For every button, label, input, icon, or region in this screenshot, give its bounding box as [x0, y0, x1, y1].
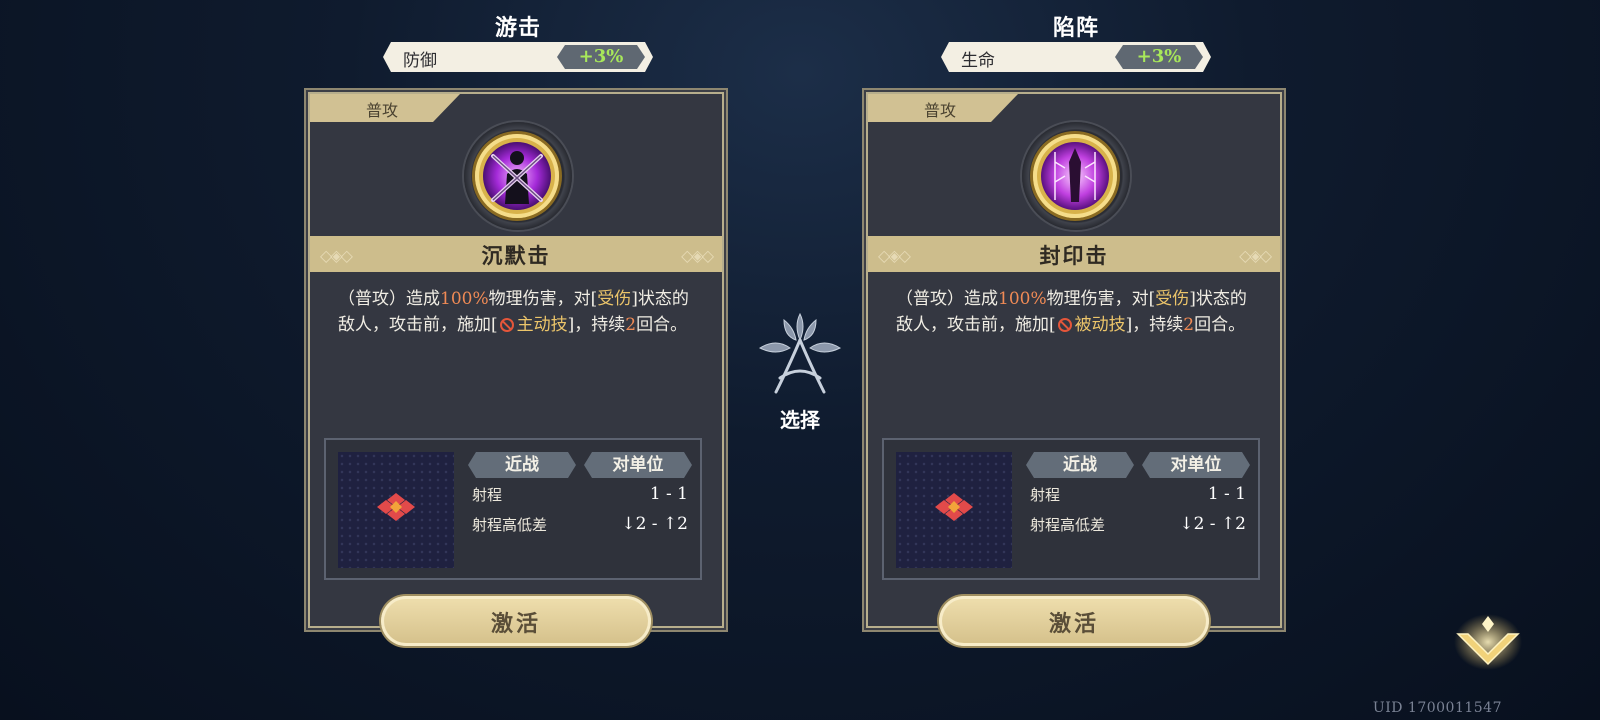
- skill-icon-frame: [1015, 122, 1137, 232]
- class-title: 游击: [494, 15, 541, 41]
- stat-banner: 防御 +3%: [383, 42, 653, 72]
- range-label: 射程: [1030, 486, 1061, 504]
- activate-button[interactable]: 激活: [939, 596, 1209, 646]
- skill-name: 沉默击: [481, 243, 551, 268]
- range-label: 射程: [472, 486, 503, 504]
- skill-name-band: ◇◈◇ 封印击 ◇◈◇: [868, 236, 1280, 272]
- stat-label: 防御: [403, 51, 437, 71]
- range-value: 1 - 1: [1207, 484, 1246, 504]
- target-type-tag: 对单位: [1170, 455, 1222, 475]
- target-type-tag: 对单位: [612, 455, 664, 475]
- range-pattern-icon: [377, 493, 415, 521]
- range-info-box: 近战 对单位 射程 1 - 1 射程高低差 ↓2 - ↑2: [324, 438, 702, 580]
- chevron-down-icon[interactable]: [1452, 612, 1524, 672]
- attack-range-grid: [896, 452, 1012, 568]
- stat-label: 生命: [961, 51, 995, 71]
- skill-type-tag: 普攻: [868, 94, 1018, 122]
- skill-icon-frame: [457, 122, 579, 232]
- skill-type-label: 普攻: [924, 101, 957, 120]
- activate-button[interactable]: 激活: [381, 596, 651, 646]
- height-diff-value: ↓2 - ↑2: [1179, 514, 1246, 534]
- melee-tag: 近战: [505, 455, 539, 475]
- tree-emblem-icon: [758, 312, 842, 394]
- skill-card: 普攻: [308, 92, 724, 628]
- attack-range-grid: [338, 452, 454, 568]
- height-diff-label: 射程高低差: [1030, 516, 1106, 534]
- select-label: 选择: [780, 408, 820, 432]
- class-title: 陷阵: [1052, 15, 1099, 41]
- skill-description: （普攻）造成100%物理伤害，对[受伤]状态的敌人，攻击前，施加[被动技]，持续…: [896, 289, 1247, 335]
- ban-icon: [499, 318, 514, 332]
- skill-name-band: ◇◈◇ 沉默击 ◇◈◇: [310, 236, 722, 272]
- sealed-obelisk-icon: [1041, 142, 1109, 210]
- range-value: 1 - 1: [649, 484, 688, 504]
- skill-type-tag: 普攻: [310, 94, 460, 122]
- stat-banner: 生命 +3%: [941, 42, 1211, 72]
- range-pattern-icon: [935, 493, 973, 521]
- skill-description: （普攻）造成100%物理伤害，对[受伤]状态的敌人，攻击前，施加[主动技]，持续…: [338, 289, 689, 335]
- skill-name: 封印击: [1039, 243, 1109, 268]
- melee-tag: 近战: [1063, 455, 1097, 475]
- stat-value: +3%: [578, 46, 624, 67]
- chained-silhouette-icon: [483, 142, 551, 210]
- user-id-label: UID 1700011547: [1372, 700, 1502, 716]
- skill-type-label: 普攻: [366, 101, 399, 120]
- activate-label: 激活: [490, 611, 541, 637]
- height-diff-value: ↓2 - ↑2: [621, 514, 688, 534]
- ban-icon: [1057, 318, 1072, 332]
- stat-value: +3%: [1136, 46, 1182, 67]
- activate-label: 激活: [1048, 611, 1099, 637]
- range-info-box: 近战 对单位 射程 1 - 1 射程高低差 ↓2 - ↑2: [882, 438, 1260, 580]
- skill-card: 普攻: [866, 92, 1282, 628]
- height-diff-label: 射程高低差: [472, 516, 548, 534]
